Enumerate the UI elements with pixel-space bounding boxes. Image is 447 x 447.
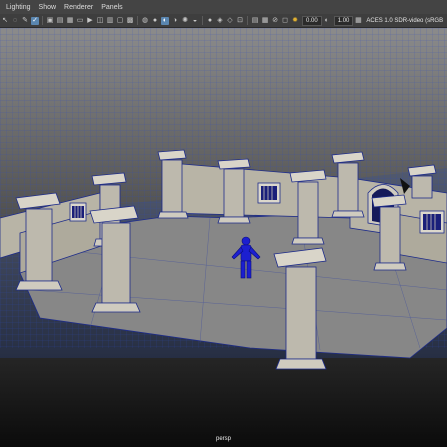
menu-lighting[interactable]: Lighting xyxy=(6,4,31,11)
window-right xyxy=(419,210,445,234)
grid-icon[interactable]: ▦ xyxy=(66,17,74,25)
isolate-icon[interactable]: ⊡ xyxy=(236,17,244,25)
menu-show[interactable]: Show xyxy=(39,4,57,11)
colorspace-icon[interactable]: ▦ xyxy=(354,17,362,25)
all-lights-icon[interactable]: ✺ xyxy=(181,17,189,25)
menu-renderer[interactable]: Renderer xyxy=(64,4,93,11)
paint-icon[interactable]: ✎ xyxy=(21,17,29,25)
field-chart-icon[interactable]: ▥ xyxy=(106,17,114,25)
smooth-shade-icon[interactable]: ● xyxy=(151,17,159,25)
lasso-icon[interactable]: ◌ xyxy=(11,17,19,25)
select-icon[interactable]: ↖ xyxy=(1,17,9,25)
xray-components-icon[interactable]: ◇ xyxy=(226,17,234,25)
color-management-label[interactable]: ACES 1.0 SDR-video (sRGB xyxy=(366,18,443,24)
xray-icon[interactable]: ● xyxy=(206,17,214,25)
film-gate-icon[interactable]: ▭ xyxy=(76,17,84,25)
default-light-icon[interactable]: ◐ xyxy=(161,16,169,25)
panel-menubar: Lighting Show Renderer Panels xyxy=(0,0,447,14)
panel-toolbar: ↖ ◌ ✎ ✓ ▣ ▤ ▦ ▭ ▶ ◫ ▥ ▢ ▩ ◍ ● ◐ ◑ ✺ ◒ ● … xyxy=(0,14,447,28)
resolution-gate-icon[interactable]: ▶ xyxy=(86,17,94,25)
menu-panels[interactable]: Panels xyxy=(101,4,122,11)
textured-icon[interactable]: ◑ xyxy=(171,17,179,25)
toolbar-divider xyxy=(137,16,138,25)
viewport-scene[interactable] xyxy=(0,28,447,447)
safe-title-icon[interactable]: ▩ xyxy=(126,17,134,25)
image-plane-icon[interactable]: ▤ xyxy=(56,17,64,25)
gamma-icon[interactable]: ◐ xyxy=(323,17,331,25)
perspective-viewport[interactable] xyxy=(0,28,447,447)
camera-name-label: persp xyxy=(215,436,231,442)
gamma-field[interactable]: 1.00 xyxy=(333,15,354,26)
toolbar-divider xyxy=(247,16,248,25)
window-left xyxy=(69,202,87,222)
maya-viewport-panel: Lighting Show Renderer Panels ↖ ◌ ✎ ✓ ▣ … xyxy=(0,0,447,447)
gate-mask-icon[interactable]: ◫ xyxy=(96,17,104,25)
toolbar-divider xyxy=(42,16,43,25)
window-center xyxy=(257,182,281,204)
wireframe-icon[interactable]: ◍ xyxy=(141,17,149,25)
bookmark-icon[interactable]: ✓ xyxy=(31,16,39,25)
anti-alias-icon[interactable]: ⊘ xyxy=(271,17,279,25)
pillar-right-corner xyxy=(407,164,437,199)
depth-of-field-icon[interactable]: ◻ xyxy=(281,17,289,25)
safe-action-icon[interactable]: ▢ xyxy=(116,17,124,25)
exposure-icon[interactable]: ✹ xyxy=(291,17,299,25)
ambient-occlusion-icon[interactable]: ▦ xyxy=(261,17,269,25)
toolbar-divider xyxy=(202,16,203,25)
xray-joints-icon[interactable]: ◈ xyxy=(216,17,224,25)
motion-blur-icon[interactable]: ▤ xyxy=(251,17,259,25)
camera-attr-icon[interactable]: ▣ xyxy=(46,17,54,25)
shadows-icon[interactable]: ◒ xyxy=(191,17,199,25)
exposure-field[interactable]: 0.00 xyxy=(302,15,322,26)
